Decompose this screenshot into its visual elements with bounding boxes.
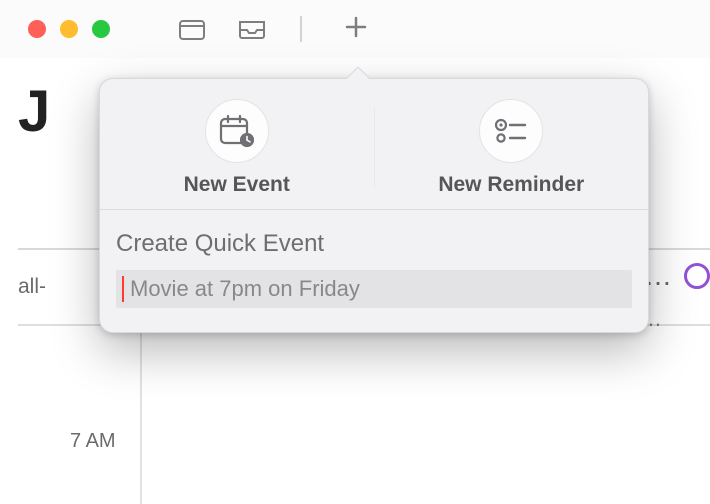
event-ring-icon[interactable] bbox=[684, 263, 710, 289]
toolbar bbox=[180, 16, 302, 42]
reminders-icon bbox=[493, 116, 529, 146]
new-reminder-label: New Reminder bbox=[438, 173, 584, 197]
allday-label: all- bbox=[18, 275, 46, 299]
calendar-icon bbox=[179, 18, 205, 40]
inbox-icon bbox=[238, 18, 266, 40]
popover-arrow bbox=[346, 67, 370, 79]
window-titlebar bbox=[0, 0, 710, 58]
add-button[interactable] bbox=[344, 17, 368, 41]
toolbar-divider bbox=[300, 16, 302, 42]
new-event-label: New Event bbox=[184, 173, 290, 197]
minimize-window-button[interactable] bbox=[60, 20, 78, 38]
calendar-plus-icon bbox=[219, 114, 255, 148]
allday-event-chips: … bbox=[644, 263, 710, 289]
plus-icon bbox=[345, 16, 367, 43]
new-reminder-option[interactable]: New Reminder bbox=[375, 99, 649, 197]
close-window-button[interactable] bbox=[28, 20, 46, 38]
inbox-button[interactable] bbox=[240, 17, 264, 41]
zoom-window-button[interactable] bbox=[92, 20, 110, 38]
add-popover: New Event New Reminder Create Quick Ev bbox=[99, 78, 649, 333]
month-heading: J bbox=[18, 78, 49, 145]
time-label-7am: 7 AM bbox=[70, 430, 116, 453]
text-caret bbox=[122, 276, 124, 302]
new-event-option[interactable]: New Event bbox=[100, 99, 374, 197]
day-column-divider bbox=[140, 330, 142, 504]
quick-event-section: Create Quick Event Movie at 7pm on Frida… bbox=[100, 210, 648, 332]
quick-event-input[interactable]: Movie at 7pm on Friday bbox=[116, 270, 632, 308]
calendars-button[interactable] bbox=[180, 17, 204, 41]
traffic-lights bbox=[28, 20, 110, 38]
quick-event-title: Create Quick Event bbox=[116, 230, 632, 258]
quick-event-placeholder: Movie at 7pm on Friday bbox=[130, 276, 360, 302]
